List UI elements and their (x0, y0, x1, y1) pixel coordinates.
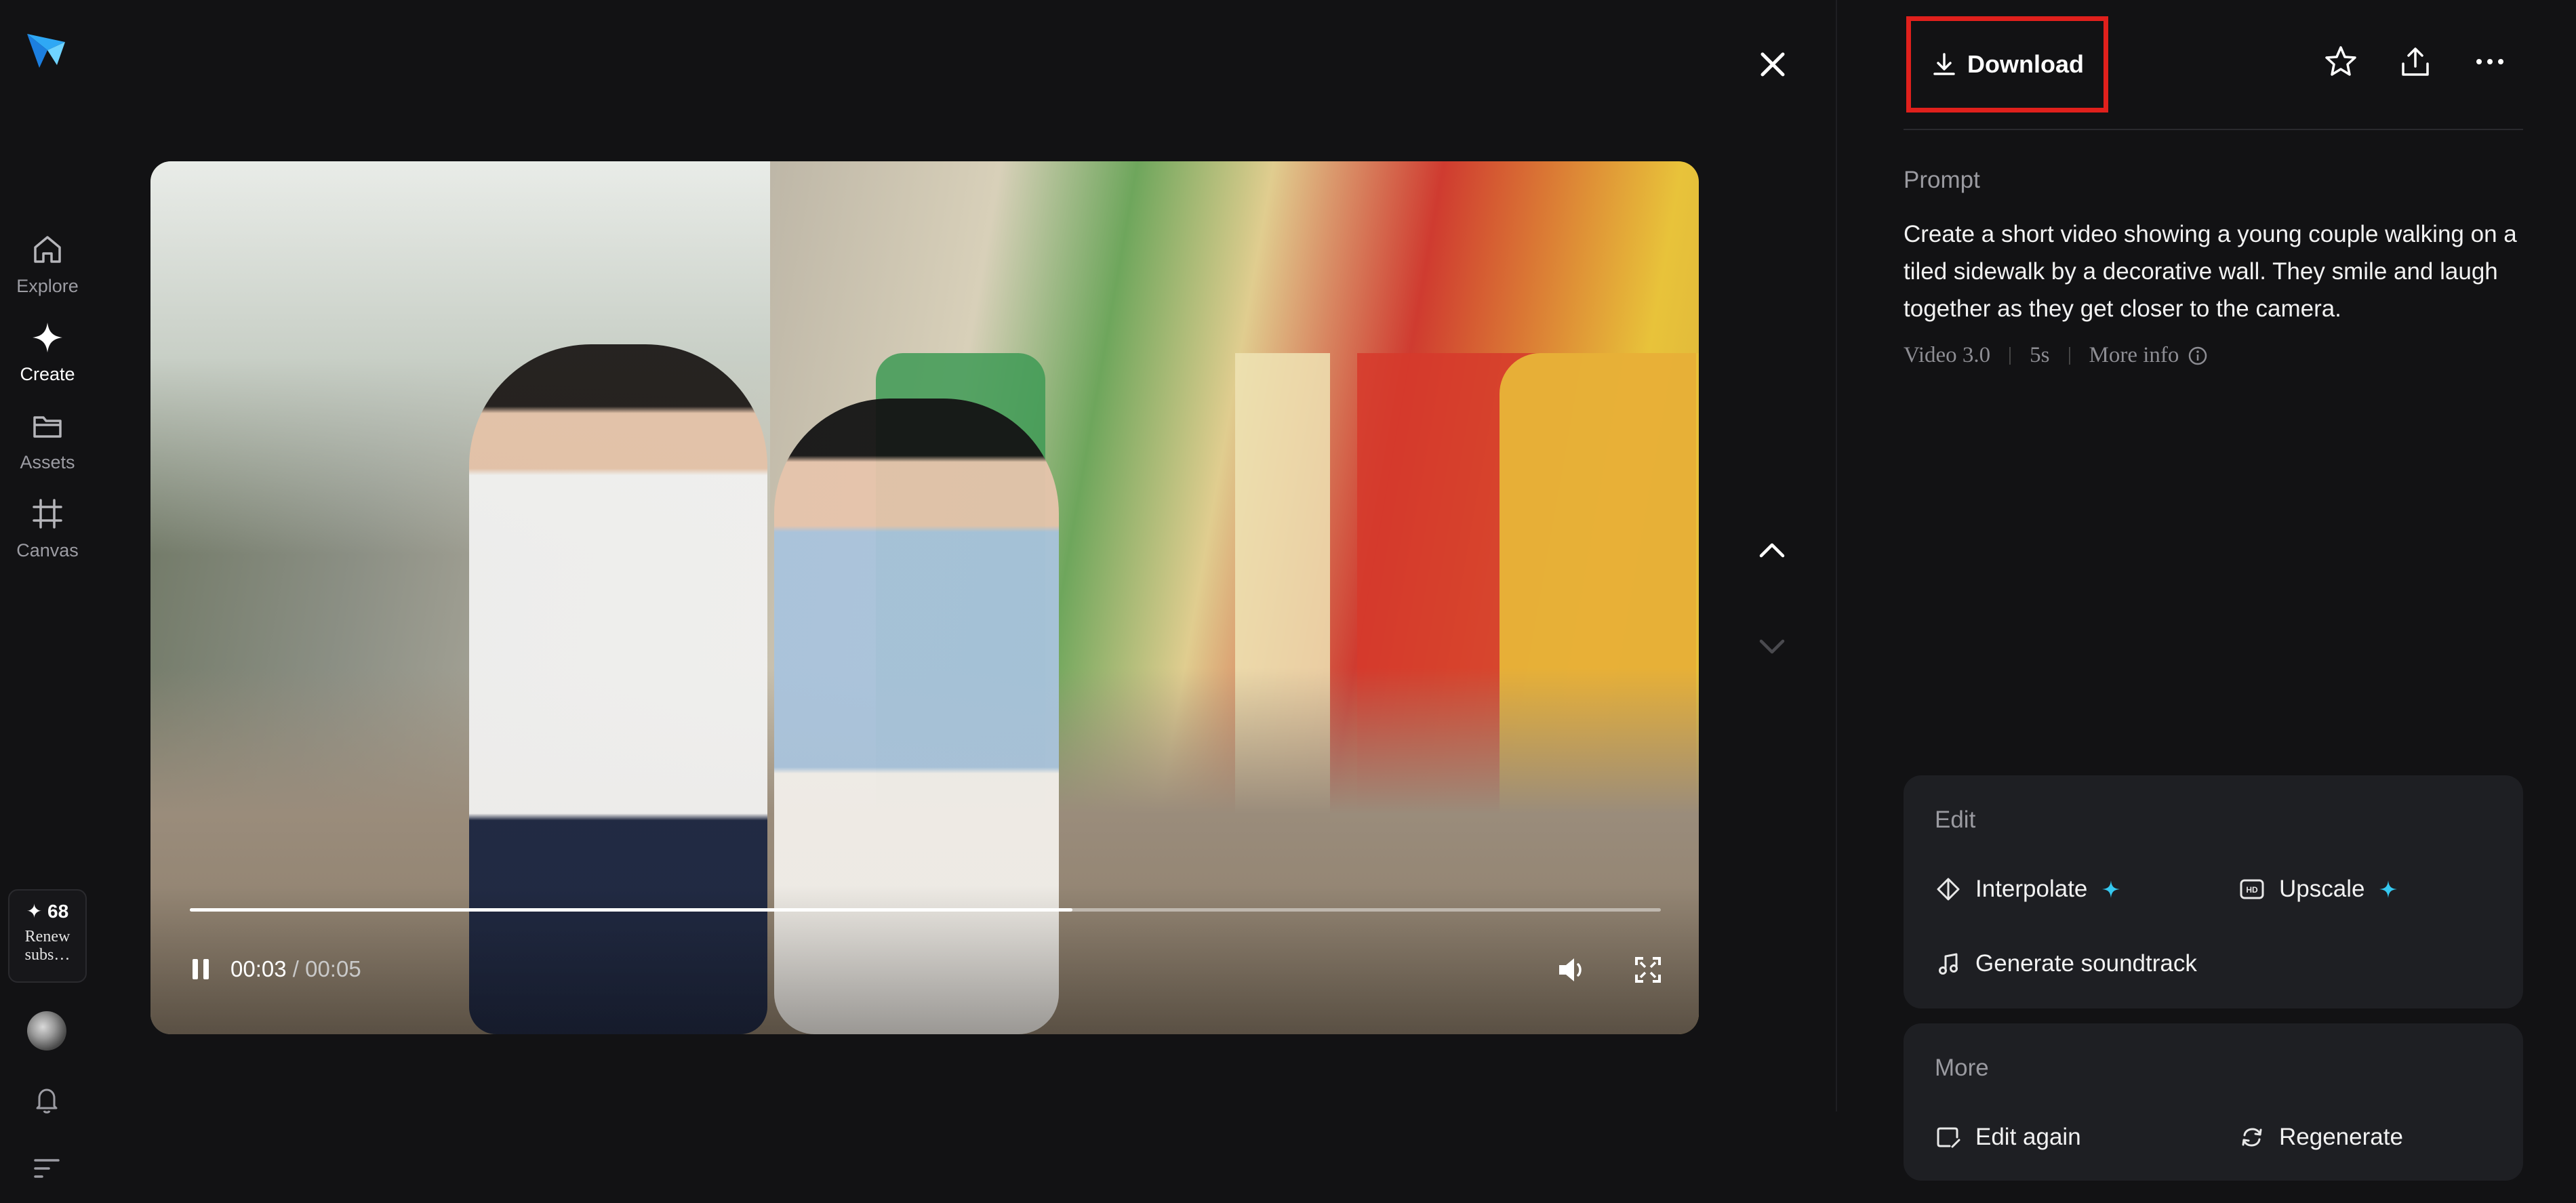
edit-again-button[interactable]: Edit again (1935, 1124, 2081, 1151)
chevron-up-icon[interactable] (1753, 531, 1791, 569)
credits-badge[interactable]: ✦ 68 Renew subs… (8, 889, 87, 983)
edit-card: Edit Interpolate HD Upscale Generate sou… (1904, 775, 2523, 1008)
sidebar-item-label: Assets (0, 452, 95, 473)
controls-shade (150, 885, 1699, 1034)
credits-count: ✦ 68 (9, 900, 85, 922)
model-name: Video 3.0 (1904, 343, 1990, 368)
share-icon[interactable] (2397, 43, 2434, 80)
generate-soundtrack-button[interactable]: Generate soundtrack (1935, 950, 2197, 977)
prompt-label: Prompt (1904, 167, 1980, 194)
star-icon[interactable] (2322, 43, 2359, 80)
fullscreen-icon[interactable] (1632, 954, 1664, 985)
app-logo[interactable] (24, 27, 68, 70)
meta-separator (2069, 347, 2070, 365)
bell-icon[interactable] (30, 1083, 64, 1117)
more-info-link[interactable]: More info (2089, 343, 2209, 368)
close-icon[interactable] (1752, 43, 1794, 85)
home-icon (28, 230, 66, 268)
info-icon (2187, 345, 2209, 367)
volume-icon[interactable] (1555, 953, 1589, 987)
interpolate-button[interactable]: Interpolate (1935, 876, 2121, 903)
panel-divider (1836, 0, 1837, 1112)
sidebar-item-canvas[interactable]: Canvas (0, 495, 95, 561)
video-duration: 5s (2030, 343, 2049, 368)
renew-subscription-link[interactable]: Renew subs… (9, 928, 85, 964)
sidebar-item-label: Create (0, 364, 95, 385)
generation-meta: Video 3.0 5s More info (1904, 343, 2209, 368)
more-title: More (1935, 1055, 1989, 1082)
video-player[interactable]: 00:03 / 00:05 (150, 161, 1699, 1034)
sidebar-item-explore[interactable]: Explore (0, 230, 95, 297)
more-info-label: More info (2089, 343, 2179, 368)
upscale-label: Upscale (2279, 876, 2364, 903)
refresh-icon (2238, 1124, 2266, 1151)
progress-fill (190, 908, 1072, 912)
sidebar-item-assets[interactable]: Assets (0, 407, 95, 473)
pause-icon[interactable] (188, 956, 216, 983)
progress-bar[interactable] (190, 908, 1661, 912)
edit-again-icon (1935, 1124, 1962, 1151)
header-divider (1904, 129, 2523, 130)
sparkle-icon (2101, 879, 2121, 899)
more-card: More Edit again Regenerate (1904, 1023, 2523, 1181)
meta-separator (2009, 347, 2011, 365)
more-options-icon[interactable] (2472, 43, 2508, 80)
hd-icon: HD (2238, 876, 2266, 903)
upscale-button[interactable]: HD Upscale (2238, 876, 2398, 903)
menu-icon[interactable] (31, 1154, 62, 1181)
avatar[interactable] (27, 1011, 66, 1051)
chevron-down-icon[interactable] (1753, 628, 1791, 666)
sidebar-item-label: Explore (0, 276, 95, 297)
sparkle-icon (2378, 879, 2398, 899)
canvas-icon (28, 495, 66, 533)
regenerate-button[interactable]: Regenerate (2238, 1124, 2403, 1151)
sidebar-item-create[interactable]: Create (0, 319, 95, 385)
regenerate-label: Regenerate (2279, 1124, 2403, 1151)
download-label: Download (1967, 50, 2084, 79)
svg-text:HD: HD (2246, 885, 2258, 895)
total-time: / 00:05 (293, 956, 361, 981)
edit-again-label: Edit again (1975, 1124, 2081, 1151)
sparkle-icon (28, 319, 66, 356)
prompt-text: Create a short video showing a young cou… (1904, 216, 2541, 327)
interpolate-label: Interpolate (1975, 876, 2087, 903)
sidebar-item-label: Canvas (0, 540, 95, 561)
download-button[interactable]: Download (1906, 16, 2108, 113)
music-note-icon (1935, 950, 1962, 977)
edit-title: Edit (1935, 807, 1975, 834)
download-icon (1931, 51, 1958, 78)
generate-soundtrack-label: Generate soundtrack (1975, 950, 2197, 977)
folder-icon (28, 407, 66, 445)
left-sidebar: Explore Create Assets Canvas ✦ 68 Renew … (0, 0, 95, 1203)
playback-time: 00:03 / 00:05 (230, 956, 361, 983)
interpolate-icon (1935, 876, 1962, 903)
current-time: 00:03 (230, 956, 287, 981)
